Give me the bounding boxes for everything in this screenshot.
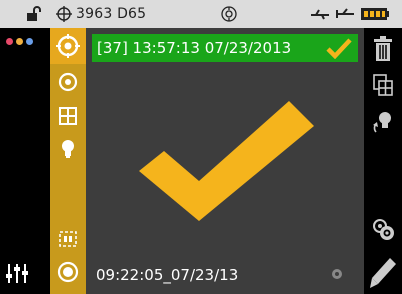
grid-icon[interactable]	[50, 100, 86, 132]
measurement-panel: [37] 13:57:13 07/23/2013 09:22:05_07/23/…	[86, 28, 364, 294]
target-settings-icon[interactable]	[364, 213, 402, 245]
sliders-icon[interactable]	[5, 262, 31, 288]
usb-icon	[310, 0, 330, 28]
record-icon[interactable]	[50, 256, 86, 288]
right-strip	[364, 28, 402, 294]
battery-icon	[360, 0, 390, 28]
target-small-icon	[56, 0, 72, 28]
mode-toolbar	[50, 28, 86, 294]
copy-icon[interactable]	[364, 70, 402, 100]
dot-blue	[26, 38, 33, 45]
trash-icon[interactable]	[364, 34, 402, 64]
page-indicator-icon	[332, 269, 342, 279]
target-icon[interactable]	[50, 28, 86, 64]
measurement-timestamp: 09:22:05_07/23/13	[96, 266, 239, 284]
bulb-arrow-icon[interactable]	[364, 106, 402, 138]
target-icon[interactable]	[50, 66, 86, 98]
device-id: 3963 D65	[76, 6, 147, 22]
menu-dots-icon[interactable]	[6, 38, 33, 45]
pass-check-icon	[139, 101, 314, 221]
bulb-icon[interactable]	[50, 133, 86, 165]
dot-red	[6, 38, 13, 45]
crop-icon[interactable]	[50, 223, 86, 255]
result-bar[interactable]: [37] 13:57:13 07/23/2013	[92, 34, 358, 62]
left-strip	[0, 28, 50, 294]
usb-plug-icon	[335, 0, 355, 28]
sensor-icon	[220, 0, 238, 28]
dot-orange	[16, 38, 23, 45]
lock-open-icon	[26, 0, 42, 28]
status-bar: 3963 D65	[0, 0, 402, 28]
pencil-icon[interactable]	[364, 254, 402, 292]
check-small-icon	[326, 38, 352, 59]
result-text: [37] 13:57:13 07/23/2013	[97, 39, 292, 57]
